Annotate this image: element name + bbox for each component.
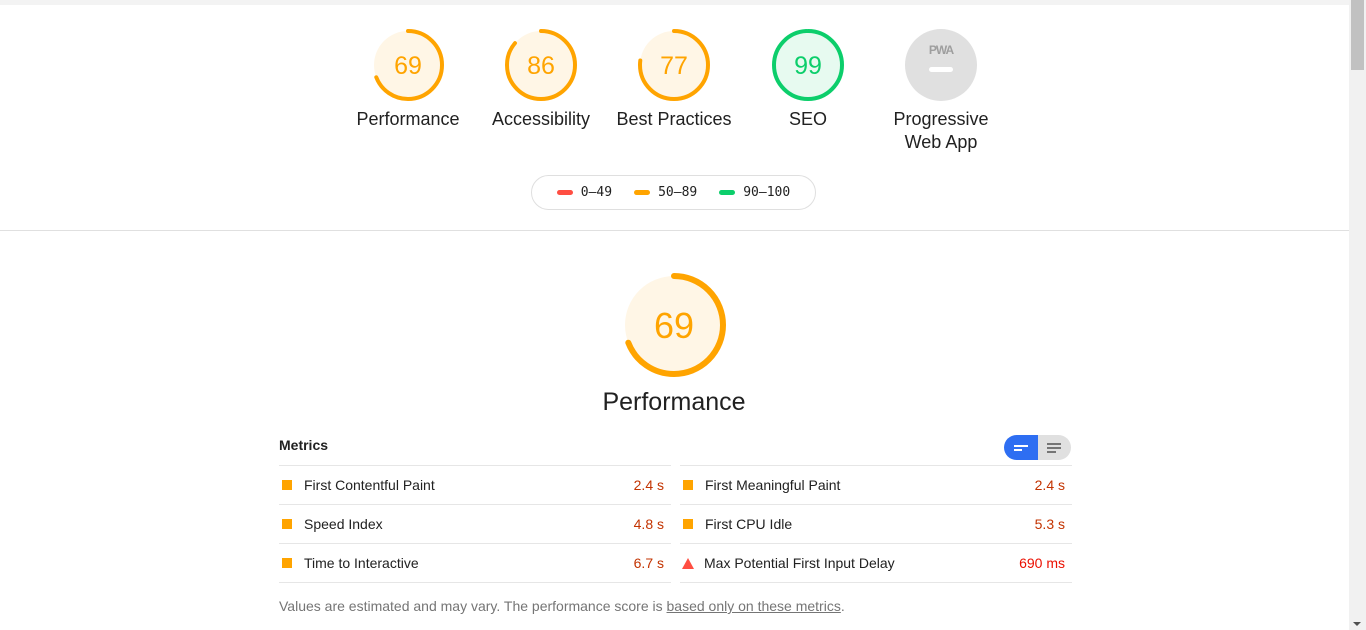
pwa-dash-icon [929, 67, 953, 72]
compact-view-button[interactable] [1004, 435, 1038, 460]
fail-triangle-icon [682, 557, 694, 569]
gauge-score: 86 [527, 52, 555, 80]
gauge-label: Performance [356, 109, 460, 129]
gauge-label: Accessibility [491, 109, 591, 129]
metric-first-contentful-paint: First Contentful Paint 2.4 s [279, 465, 671, 504]
legend-label: 50–89 [658, 185, 698, 200]
gauge-performance[interactable]: 69 Performance [338, 28, 478, 131]
metric-value: 5.3 s [1034, 516, 1065, 532]
metric-value: 690 ms [1019, 555, 1065, 571]
performance-title: Performance [602, 388, 746, 416]
scroll-down-arrow-icon[interactable] [1353, 622, 1361, 626]
footnote-link[interactable]: based only on these metrics [667, 598, 841, 614]
metrics-footnote: Values are estimated and may vary. The p… [279, 598, 845, 614]
metric-value: 2.4 s [633, 477, 664, 493]
pwa-logo-text: PWA [929, 43, 955, 57]
gauge-label: SEO [788, 109, 827, 129]
gauge-score: 99 [794, 52, 822, 80]
report-content: 69 Performance 86 Accessibility 77 Best … [0, 5, 1349, 630]
metric-name: First Contentful Paint [304, 477, 435, 493]
footnote-text: Values are estimated and may vary. The p… [279, 598, 667, 614]
expanded-view-button[interactable] [1037, 435, 1071, 460]
pwa-badge-icon: PWA [905, 29, 977, 101]
score-legend: 0–49 50–89 90–100 [531, 175, 816, 210]
legend-label: 0–49 [580, 185, 613, 200]
gauge-seo[interactable]: 99 SEO [738, 28, 878, 131]
legend-item-fail: 0–49 [556, 185, 613, 200]
average-square-icon [683, 519, 693, 529]
metric-name: First CPU Idle [705, 516, 793, 532]
metrics-view-toggle[interactable] [1004, 435, 1071, 460]
metrics-column-left: First Contentful Paint 2.4 s Speed Index… [279, 465, 671, 583]
gauge-ring: 69 [372, 29, 444, 101]
gauge-score: 77 [660, 52, 688, 80]
average-square-icon [683, 480, 693, 490]
gauge-ring: 86 [505, 29, 577, 101]
gauge-pwa[interactable]: PWA Progressive Web App [871, 28, 1011, 154]
average-square-icon [282, 519, 292, 529]
metric-name: Speed Index [304, 516, 383, 532]
metric-speed-index: Speed Index 4.8 s [279, 504, 671, 543]
metric-value: 2.4 s [1034, 477, 1065, 493]
metric-first-meaningful-paint: First Meaningful Paint 2.4 s [680, 465, 1072, 504]
metrics-column-right: First Meaningful Paint 2.4 s First CPU I… [680, 465, 1072, 583]
metric-name: Time to Interactive [304, 555, 419, 571]
metric-max-potential-fid: Max Potential First Input Delay 690 ms [680, 543, 1072, 583]
average-square-icon [282, 558, 292, 568]
scrollbar-thumb[interactable] [1351, 0, 1364, 70]
footnote-end: . [840, 598, 845, 614]
compact-lines-icon [1013, 444, 1028, 451]
legend-item-pass: 90–100 [719, 185, 790, 200]
gauge-score: 69 [394, 52, 422, 80]
metric-value: 6.7 s [633, 555, 664, 571]
metric-value: 4.8 s [633, 516, 664, 532]
average-square-icon [282, 480, 292, 490]
metric-time-to-interactive: Time to Interactive 6.7 s [279, 543, 671, 583]
legend-swatch [634, 190, 651, 195]
vertical-scrollbar[interactable] [1349, 0, 1366, 630]
legend-label: 90–100 [743, 185, 791, 200]
gauge-ring: 99 [772, 29, 844, 101]
legend-swatch [556, 190, 573, 195]
expanded-lines-icon [1047, 442, 1062, 453]
gauge-score: 69 [654, 305, 694, 346]
gauge-accessibility[interactable]: 86 Accessibility [471, 28, 611, 131]
gauge-ring: 77 [638, 29, 710, 101]
legend-swatch [719, 190, 736, 195]
gauge-label: Progressive Web App [893, 109, 989, 152]
metric-name: First Meaningful Paint [705, 477, 841, 493]
metric-name: Max Potential First Input Delay [704, 555, 895, 571]
gauge-best-practices[interactable]: 77 Best Practices [604, 28, 744, 131]
section-divider [0, 230, 1349, 231]
gauge-ring: 69 [622, 273, 726, 377]
performance-gauge: 69 [619, 270, 729, 385]
legend-item-average: 50–89 [634, 185, 697, 200]
gauge-label: Best Practices [616, 109, 732, 129]
pwa-background [905, 29, 977, 101]
metrics-header: Metrics [279, 437, 329, 453]
metric-first-cpu-idle: First CPU Idle 5.3 s [680, 504, 1072, 543]
